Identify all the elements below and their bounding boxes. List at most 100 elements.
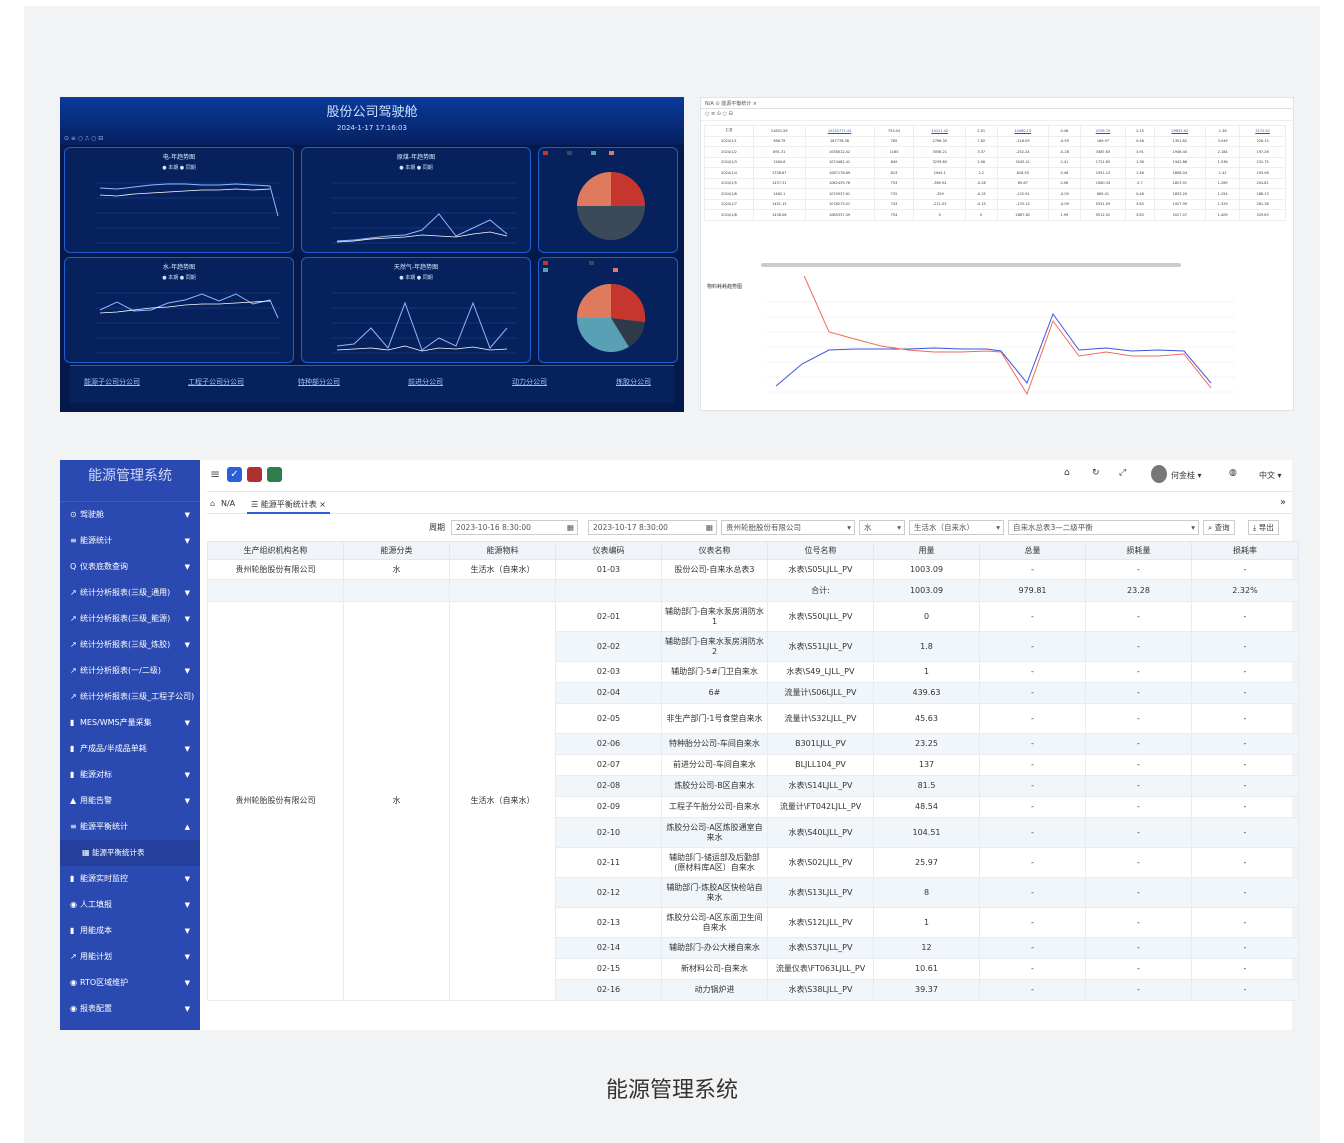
sidebar-item[interactable]: ≡ 能源平衡统计 ▲: [60, 814, 200, 840]
sidebar-item[interactable]: ▮ 产成品/半成品单耗 ▼: [60, 736, 200, 762]
main-content: ≡ ✓ ⌂ ↻ ⤢ 何金桂 ▾ ◍ 中文 ▾ ⌂ N/A ☰ 能源平衡统计表 ×…: [207, 460, 1299, 1030]
menu-icon: ▲: [70, 796, 77, 805]
home-icon[interactable]: ⌂: [1064, 468, 1070, 478]
start-time-input[interactable]: 2023-10-16 8:30:00 ▦: [451, 520, 578, 535]
search-icon: ⌕: [1208, 523, 1215, 532]
avatar[interactable]: [1151, 465, 1167, 483]
menu-icon: Q: [70, 562, 77, 571]
energy-type-select[interactable]: 水 ▾: [859, 520, 905, 535]
table-cell: 动力锅炉进: [661, 979, 768, 1001]
fullscreen-icon[interactable]: ⤢: [1119, 468, 1126, 478]
checkbox-icon[interactable]: ✓: [227, 467, 242, 482]
chevron-icon: ▼: [184, 563, 190, 571]
tab-energy-balance[interactable]: ☰ 能源平衡统计表 ×: [247, 497, 330, 514]
end-time-input[interactable]: 2023-10-17 8:30:00 ▦: [588, 520, 717, 535]
table-cell: 2.2: [964, 167, 998, 179]
statistics-tabs[interactable]: N/A ⊙ 能源平衡统计 ×: [701, 98, 1293, 109]
sum-rate: 2.32%: [1191, 579, 1299, 602]
statistics-table: 汇总 21831.59 10152771.43 753.04 44121.42 2.01 1…: [704, 125, 1286, 221]
table-cell: -: [1085, 817, 1192, 848]
meter-select[interactable]: 自来水总表3—二级平衡 ▾: [1008, 520, 1199, 535]
sidebar-item[interactable]: ≡ 能源统计 ▼: [60, 528, 200, 554]
table-cell: 02-16: [555, 979, 662, 1001]
language-menu[interactable]: 中文 ▾: [1259, 470, 1282, 481]
sidebar-item-label: 能源平衡统计表: [92, 848, 145, 857]
sidebar-item[interactable]: ▮ MES/WMS产量采集 ▼: [60, 710, 200, 736]
refresh-icon[interactable]: ↻: [1092, 468, 1100, 478]
table-row: 2024/1/5 1437.31 1082439.76 753 -369.54 -0.26…: [704, 177, 1286, 189]
table-cell: 工程子午胎分公司-自来水: [661, 796, 768, 818]
table-cell: -: [979, 958, 1086, 980]
table-cell: -: [979, 847, 1086, 878]
close-icon[interactable]: ×: [319, 500, 326, 509]
green-theme-swatch[interactable]: [267, 467, 282, 482]
sidebar-item[interactable]: ↗ 统计分析报表(一/二级) ▼: [60, 658, 200, 684]
sidebar-item[interactable]: ◉ RTO区域维护 ▼: [60, 970, 200, 996]
chevron-down-icon: ▾: [1191, 523, 1195, 532]
home-icon[interactable]: ⌂: [210, 499, 215, 508]
table-cell: 1165: [873, 146, 915, 158]
sidebar-item[interactable]: Q 仪表底数查询 ▼: [60, 554, 200, 580]
table-cell: 44121.42: [913, 125, 966, 137]
company-select[interactable]: 贵州轮胎股份有限公司 ▾: [721, 520, 855, 535]
table-cell: -132.91: [996, 188, 1050, 200]
sidebar-item-label: 能源实时监控: [80, 874, 128, 883]
table-cell: 1451.13: [753, 198, 806, 210]
energy-share-pie-chart: [543, 151, 645, 240]
sidebar-item[interactable]: ↗ 统计分析报表(三级_通用) ▼: [60, 580, 200, 606]
chevron-icon: ▼: [184, 537, 190, 545]
sidebar-item[interactable]: ↗ 统计分析报表(三级_炼胶) ▼: [60, 632, 200, 658]
globe-icon[interactable]: ◍: [1229, 468, 1237, 478]
dashboard-toolbar-icons[interactable]: ⊙ ≡ ○ ⎍ ○ ⊟: [64, 135, 103, 143]
sidebar-item[interactable]: ↗ 统计分析报表(三级_能源) ▼: [60, 606, 200, 632]
sidebar-item[interactable]: ▮ 能源对标 ▼: [60, 762, 200, 788]
table-cell: B301LJLL_PV: [767, 733, 874, 755]
collapse-icon[interactable]: »: [1280, 497, 1286, 508]
sidebar-item[interactable]: ↗ 用能计划 ▼: [60, 944, 200, 970]
material-select[interactable]: 生活水（自来水） ▾: [909, 520, 1004, 535]
subcompany-link-5[interactable]: 动力分公司: [512, 377, 547, 387]
sidebar-item[interactable]: ▮ 用能成本 ▼: [60, 918, 200, 944]
sidebar-item[interactable]: ◉ 报表配置 ▼: [60, 996, 200, 1022]
table-cell: -: [1191, 631, 1299, 662]
export-label: 导出: [1258, 523, 1274, 532]
table-cell: 3.37: [964, 146, 998, 158]
table-cell: 10480.13: [996, 125, 1050, 137]
table-cell: -: [1085, 907, 1192, 938]
user-menu[interactable]: 何金桂 ▾: [1171, 470, 1202, 481]
sidebar-item[interactable]: ▮ 能源实时监控 ▼: [60, 866, 200, 892]
calendar-icon[interactable]: ▦: [706, 521, 713, 534]
table-cell: 水表\S12LJLL_PV: [767, 907, 874, 938]
period-label: 周期: [429, 523, 445, 532]
table-scrollbar[interactable]: [761, 263, 1181, 267]
subcompany-link-3[interactable]: 特种部分公司: [298, 377, 340, 387]
sidebar-item[interactable]: ◉ 人工填报 ▼: [60, 892, 200, 918]
table-cell: -: [1191, 775, 1299, 797]
table-cell: 水表\S49_LJLL_PV: [767, 661, 874, 683]
sidebar-item[interactable]: ⊙ 驾驶舱 ▼: [60, 502, 200, 528]
subcompany-link-4[interactable]: 前进分公司: [408, 377, 443, 387]
tab-label: 能源平衡统计表: [260, 500, 317, 509]
menu-toggle-icon[interactable]: ≡: [210, 467, 220, 481]
table-cell: 1: [873, 661, 980, 683]
calendar-icon[interactable]: ▦: [567, 521, 574, 534]
subcompany-link-2[interactable]: 工程子公司分公司: [188, 377, 244, 387]
sidebar-item[interactable]: ↗ 统计分析报表(三级_工程子公司): [60, 684, 200, 710]
table-cell: 197.26: [1239, 146, 1286, 158]
table-cell: 5512.52: [1079, 209, 1127, 221]
table-cell: 流量仪表\FT063LJLL_PV: [767, 958, 874, 980]
subcompany-link-1[interactable]: 能源子公司分公司: [84, 377, 140, 387]
table-cell: 2796.30: [913, 135, 966, 147]
table-cell: 3.83: [1125, 209, 1155, 221]
export-button[interactable]: ⤓ 导出: [1248, 520, 1279, 535]
red-theme-swatch[interactable]: [247, 467, 262, 482]
subcompany-link-6[interactable]: 炼胶分公司: [616, 377, 651, 387]
table-cell: 743: [873, 198, 915, 210]
sidebar-item-label: 产成品/半成品单耗: [80, 744, 147, 753]
sidebar-item[interactable]: ▦ 能源平衡统计表: [60, 840, 200, 866]
breadcrumb[interactable]: N/A: [221, 499, 235, 508]
query-button[interactable]: ⌕ 查询: [1203, 520, 1235, 535]
table-cell: -0.15: [964, 198, 998, 210]
table-row: 贵州轮胎股份有限公司水生活水（自来水） 01-03 股份公司-自来水总表3 水表\S0…: [207, 559, 1299, 580]
sidebar-item[interactable]: ▲ 用能告警 ▼: [60, 788, 200, 814]
